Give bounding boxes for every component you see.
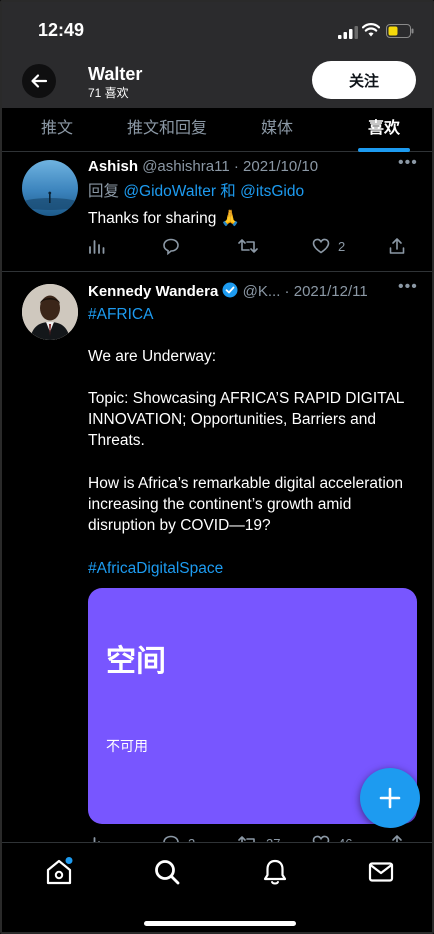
tab-tweets[interactable]: 推文 [2, 108, 112, 151]
profile-name: Walter [88, 64, 143, 84]
bottom-navigation [2, 842, 432, 932]
hashtag-link[interactable]: #AFRICA [88, 304, 408, 325]
mention-link[interactable]: @itsGido [240, 183, 304, 200]
home-icon[interactable] [44, 857, 74, 887]
like-count: 2 [338, 238, 346, 254]
author-handle: @K... · 2021/12/11 [242, 283, 368, 300]
more-options-icon[interactable]: ••• [398, 154, 418, 172]
profile-header: Walter 71 喜欢 关注 [2, 58, 432, 108]
status-time: 12:49 [38, 20, 85, 40]
reply-icon [163, 238, 179, 255]
verified-badge-icon [222, 282, 238, 298]
avatar-image [22, 191, 78, 210]
battery-icon [386, 24, 414, 38]
wifi-icon [362, 23, 380, 37]
tweet-actions: 2 [88, 235, 412, 257]
author-name[interactable]: Ashish [88, 158, 138, 175]
author-handle: @ashishra11 · 2021/10/10 [142, 158, 319, 175]
more-options-icon[interactable]: ••• [398, 278, 418, 296]
share-icon [389, 238, 405, 254]
retweet-icon [238, 239, 258, 253]
home-indicator[interactable] [144, 921, 296, 926]
mail-icon[interactable] [366, 857, 396, 887]
share-button[interactable] [388, 235, 406, 257]
tweet-text-paragraph: How is Africa’s remarkable digital accel… [88, 475, 404, 534]
follow-button[interactable]: 关注 [312, 61, 416, 99]
tab-tweets-and-replies[interactable]: 推文和回复 [112, 108, 222, 151]
analytics-icon [89, 240, 105, 254]
tab-media[interactable]: 媒体 [222, 108, 332, 151]
screen: 12:49 Walter 71 喜欢 关注 推文 推文和回复 媒体 喜欢 Ash… [0, 0, 434, 934]
compose-tweet-button[interactable] [360, 768, 420, 828]
avatar-image [22, 284, 78, 340]
tweet-text: Thanks for sharing 🙏 [88, 210, 240, 227]
tweet-text-line: We are Underway: [88, 348, 217, 365]
analytics-button[interactable] [88, 235, 106, 257]
bell-icon[interactable] [260, 857, 290, 887]
likes-count: 71 喜欢 [88, 86, 129, 100]
search-icon[interactable] [152, 857, 182, 887]
status-bar: 12:49 [2, 2, 432, 58]
arrow-left-icon [31, 74, 48, 88]
avatar[interactable] [22, 160, 78, 216]
tweet-meta: Ashish @ashishra11 · 2021/10/10 [88, 158, 318, 175]
reply-button[interactable] [162, 235, 180, 257]
profile-tabs: 推文 推文和回复 媒体 喜欢 [2, 108, 432, 152]
plus-icon [379, 787, 401, 809]
space-status: 不可用 [106, 738, 148, 754]
heart-icon [312, 238, 330, 254]
tab-likes[interactable]: 喜欢 [332, 108, 432, 152]
mention-link[interactable]: @GidoWalter [123, 183, 216, 200]
tweet-item[interactable]: Ashish @ashishra11 · 2021/10/10 ••• 回复 @… [2, 152, 432, 272]
tweet-text-paragraph: Topic: Showcasing AFRICA’S RAPID DIGITAL… [88, 390, 404, 449]
reply-context: 回复 @GidoWalter 和 @itsGido [88, 181, 408, 202]
back-button[interactable] [22, 64, 56, 98]
space-title: 空间 [106, 645, 166, 678]
reply-prefix: 回复 [88, 183, 124, 200]
signal-icon [338, 26, 358, 39]
tweet-meta: Kennedy Wandera @K... · 2021/12/11 [88, 282, 368, 300]
reply-and: 和 [216, 183, 241, 200]
retweet-button[interactable] [238, 235, 258, 257]
avatar[interactable] [22, 284, 78, 340]
author-name[interactable]: Kennedy Wandera [88, 283, 218, 300]
like-button[interactable]: 2 [312, 235, 345, 257]
hashtag-link[interactable]: #AfricaDigitalSpace [88, 558, 408, 579]
